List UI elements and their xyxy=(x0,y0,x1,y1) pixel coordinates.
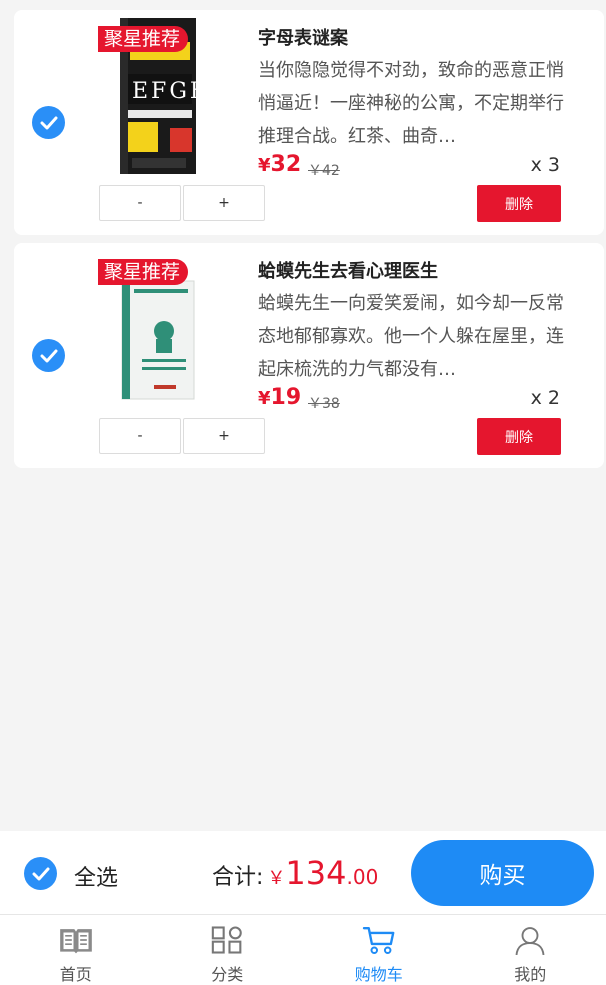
total-label: 合计: xyxy=(212,865,264,890)
increase-button[interactable]: + xyxy=(183,418,265,454)
item-checkbox[interactable] xyxy=(32,339,65,372)
delete-button[interactable]: 删除 xyxy=(477,418,561,455)
cart-item: EFGH 聚星推荐 字母表谜案 当你隐隐觉得不对劲，致命的恶意正悄悄逼近！一座神… xyxy=(14,10,604,235)
user-icon xyxy=(515,927,545,955)
price: ¥32 xyxy=(258,152,301,177)
cart-item: 聚星推荐 蛤蟆先生去看心理医生 蛤蟆先生一向爱笑爱闹，如今却一反常态地郁郁寡欢。… xyxy=(14,243,604,468)
total-integer: 134 xyxy=(285,854,347,892)
select-all-checkbox[interactable] xyxy=(24,857,57,890)
featured-tag: 聚星推荐 xyxy=(98,259,189,285)
increase-button[interactable]: + xyxy=(183,185,265,221)
original-price: ￥38 xyxy=(308,396,340,412)
book-description: 蛤蟆先生一向爱笑爱闹，如今却一反常态地郁郁寡欢。他一个人躲在屋里，连起床梳洗的力… xyxy=(258,293,564,380)
category-grid-icon xyxy=(212,926,243,954)
checkout-bar: 全选 合计: ￥134.00 购买 xyxy=(0,831,606,917)
quantity-stepper: - + xyxy=(99,185,265,221)
checkmark-icon xyxy=(32,867,49,880)
total-currency: ￥ xyxy=(267,868,286,889)
original-price: ￥42 xyxy=(308,163,340,179)
delete-button[interactable]: 删除 xyxy=(477,185,561,222)
quantity: x 2 xyxy=(530,387,560,409)
bottom-tab-bar: 首页 分类 购物车 我的 xyxy=(0,914,606,985)
tab-home[interactable]: 首页 xyxy=(0,915,152,985)
book-icon xyxy=(59,929,92,954)
tab-label: 首页 xyxy=(59,965,92,984)
book-title[interactable]: 蛤蟆先生去看心理医生 xyxy=(258,257,438,283)
price-value: 19 xyxy=(270,385,302,410)
book-description: 当你隐隐觉得不对劲，致命的恶意正悄悄逼近！一座神秘的公寓，不定期举行推理合战。红… xyxy=(258,60,564,147)
tab-label: 购物车 xyxy=(354,965,403,984)
tab-profile[interactable]: 我的 xyxy=(455,915,606,985)
buy-button[interactable]: 购买 xyxy=(411,840,594,906)
item-checkbox[interactable] xyxy=(32,106,65,139)
book-title[interactable]: 字母表谜案 xyxy=(258,24,348,50)
cart-icon xyxy=(362,926,395,955)
total-price: 合计: ￥134.00 xyxy=(212,854,378,892)
quantity-stepper: - + xyxy=(99,418,265,454)
featured-tag: 聚星推荐 xyxy=(98,26,189,52)
checkmark-icon xyxy=(40,116,57,129)
tab-label: 分类 xyxy=(211,965,244,984)
checkmark-icon xyxy=(40,349,57,362)
tab-label: 我的 xyxy=(514,965,547,984)
total-decimal: .00 xyxy=(346,865,379,889)
decrease-button[interactable]: - xyxy=(99,185,181,221)
quantity: x 3 xyxy=(530,154,560,176)
decrease-button[interactable]: - xyxy=(99,418,181,454)
tab-cart[interactable]: 购物车 xyxy=(303,915,455,985)
price: ¥19 xyxy=(258,385,301,410)
select-all-label[interactable]: 全选 xyxy=(74,860,118,892)
price-currency: ¥ xyxy=(258,155,271,176)
tab-category[interactable]: 分类 xyxy=(152,915,304,985)
svg-text:EFGH: EFGH xyxy=(132,79,196,104)
price-currency: ¥ xyxy=(258,388,271,409)
price-value: 32 xyxy=(270,152,302,177)
